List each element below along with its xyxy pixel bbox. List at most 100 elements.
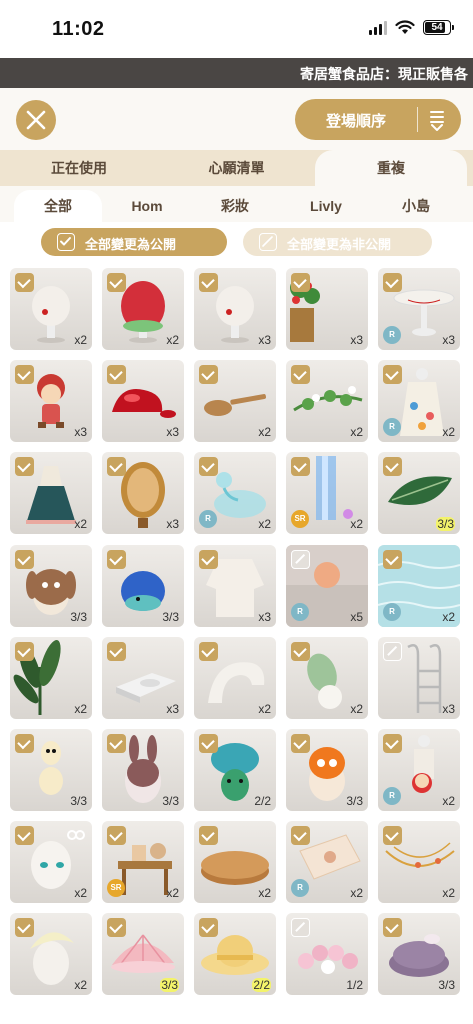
- public-checkbox-checked[interactable]: [291, 457, 310, 477]
- public-checkbox-checked[interactable]: [383, 549, 402, 569]
- public-checkbox-unchecked[interactable]: [383, 641, 402, 661]
- item-tile[interactable]: x2: [194, 821, 276, 904]
- public-checkbox-checked[interactable]: [199, 549, 218, 569]
- tab-in-use[interactable]: 正在使用: [0, 150, 158, 186]
- public-checkbox-checked[interactable]: [199, 641, 218, 661]
- item-tile[interactable]: x3: [102, 636, 184, 719]
- tab-makeup[interactable]: 彩妝: [196, 190, 274, 222]
- public-checkbox-checked[interactable]: [383, 457, 402, 477]
- item-tile[interactable]: Rx2: [378, 544, 460, 627]
- item-tile[interactable]: x3: [378, 636, 460, 719]
- item-tile[interactable]: SR x2: [286, 452, 368, 535]
- bottom-spacer: [0, 1003, 473, 1024]
- public-checkbox-checked[interactable]: [107, 826, 126, 846]
- item-tile[interactable]: 3/3: [102, 729, 184, 811]
- public-checkbox-checked[interactable]: [199, 365, 218, 385]
- item-tile[interactable]: 3/3: [102, 913, 184, 996]
- public-checkbox-checked[interactable]: [15, 641, 34, 661]
- item-tile[interactable]: 3/3: [10, 729, 92, 811]
- item-count: x2: [442, 794, 455, 808]
- make-all-public-button[interactable]: 全部變更為公開: [41, 228, 227, 256]
- public-checkbox-checked[interactable]: [199, 918, 218, 938]
- tab-island[interactable]: 小島: [377, 190, 455, 222]
- tab-all[interactable]: 全部: [14, 190, 102, 222]
- public-checkbox-checked[interactable]: [107, 641, 126, 661]
- item-tile[interactable]: x3: [102, 452, 184, 535]
- item-tile[interactable]: SR x2: [102, 821, 184, 904]
- close-button[interactable]: [16, 100, 56, 140]
- public-checkbox-checked[interactable]: [15, 918, 34, 938]
- public-checkbox-checked[interactable]: [107, 365, 126, 385]
- item-tile[interactable]: Rx2: [378, 360, 460, 443]
- public-checkbox-checked[interactable]: [291, 273, 310, 292]
- item-tile[interactable]: 3/3: [102, 544, 184, 627]
- public-checkbox-checked[interactable]: [291, 365, 310, 385]
- public-checkbox-unchecked[interactable]: [291, 549, 310, 569]
- item-tile[interactable]: 3/3: [378, 913, 460, 996]
- item-tile[interactable]: Rx2: [286, 821, 368, 904]
- public-checkbox-checked[interactable]: [15, 549, 34, 569]
- item-tile[interactable]: Rx2: [194, 452, 276, 535]
- public-checkbox-checked[interactable]: [15, 365, 34, 385]
- item-tile[interactable]: x2: [286, 636, 368, 719]
- item-tile[interactable]: 3/3: [378, 452, 460, 535]
- tab-duplicates[interactable]: 重複: [315, 150, 467, 186]
- item-tile[interactable]: 3/3: [10, 544, 92, 627]
- tab-livly[interactable]: Livly: [287, 190, 365, 222]
- item-tile[interactable]: Rx3: [378, 268, 460, 350]
- item-tile[interactable]: x2: [378, 821, 460, 904]
- item-tile[interactable]: 1/2: [286, 913, 368, 996]
- item-tile[interactable]: x3: [194, 268, 276, 350]
- item-tile[interactable]: x3: [194, 544, 276, 627]
- public-checkbox-checked[interactable]: [15, 734, 34, 753]
- item-tile[interactable]: x3: [286, 268, 368, 350]
- public-checkbox-checked[interactable]: [291, 734, 310, 753]
- item-tile[interactable]: x2: [10, 452, 92, 535]
- public-checkbox-checked[interactable]: [107, 549, 126, 569]
- item-tile[interactable]: Rx2: [378, 729, 460, 811]
- item-tile[interactable]: 2/2: [194, 729, 276, 811]
- public-checkbox-checked[interactable]: [383, 826, 402, 846]
- public-checkbox-checked[interactable]: [107, 457, 126, 477]
- item-tile[interactable]: x2: [10, 268, 92, 350]
- public-checkbox-unchecked[interactable]: [291, 918, 310, 938]
- public-checkbox-checked[interactable]: [107, 918, 126, 938]
- public-checkbox-checked[interactable]: [15, 826, 34, 846]
- item-tile[interactable]: x2: [286, 360, 368, 443]
- public-checkbox-checked[interactable]: [383, 273, 402, 292]
- item-count: 3/3: [436, 517, 455, 532]
- public-checkbox-checked[interactable]: [199, 273, 218, 292]
- public-checkbox-checked[interactable]: [291, 641, 310, 661]
- item-tile[interactable]: x2: [194, 636, 276, 719]
- item-tile[interactable]: x3: [102, 360, 184, 443]
- item-count: x3: [74, 425, 87, 440]
- public-checkbox-checked[interactable]: [291, 826, 310, 846]
- public-checkbox-checked[interactable]: [383, 918, 402, 938]
- item-count: 3/3: [70, 794, 87, 808]
- item-tile[interactable]: x2: [10, 636, 92, 719]
- item-count: 3/3: [438, 978, 455, 993]
- public-checkbox-checked[interactable]: [15, 273, 34, 292]
- item-tile[interactable]: Rx5: [286, 544, 368, 627]
- tab-wishlist[interactable]: 心願清單: [158, 150, 315, 186]
- make-all-private-button[interactable]: 全部變更為非公開: [243, 228, 432, 256]
- public-checkbox-checked[interactable]: [107, 273, 126, 292]
- item-tile[interactable]: x3: [10, 360, 92, 443]
- item-tile[interactable]: 2/2: [194, 913, 276, 996]
- public-checkbox-checked[interactable]: [199, 457, 218, 477]
- item-tile[interactable]: x2: [10, 821, 92, 904]
- public-checkbox-checked[interactable]: [383, 365, 402, 385]
- news-ticker[interactable]: 寄居蟹食品店：現正販售各: [0, 58, 473, 88]
- cellular-signal-icon: [369, 20, 387, 35]
- item-tile[interactable]: x2: [194, 360, 276, 443]
- item-tile[interactable]: 3/3: [286, 729, 368, 811]
- public-checkbox-checked[interactable]: [15, 457, 34, 477]
- item-tile[interactable]: x2: [102, 268, 184, 350]
- item-tile[interactable]: x2: [10, 913, 92, 996]
- public-checkbox-checked[interactable]: [199, 734, 218, 753]
- sort-order-button[interactable]: 登場順序: [295, 99, 461, 140]
- public-checkbox-checked[interactable]: [199, 826, 218, 846]
- tab-hom[interactable]: Hom: [108, 190, 186, 222]
- public-checkbox-checked[interactable]: [383, 734, 402, 753]
- public-checkbox-checked[interactable]: [107, 734, 126, 753]
